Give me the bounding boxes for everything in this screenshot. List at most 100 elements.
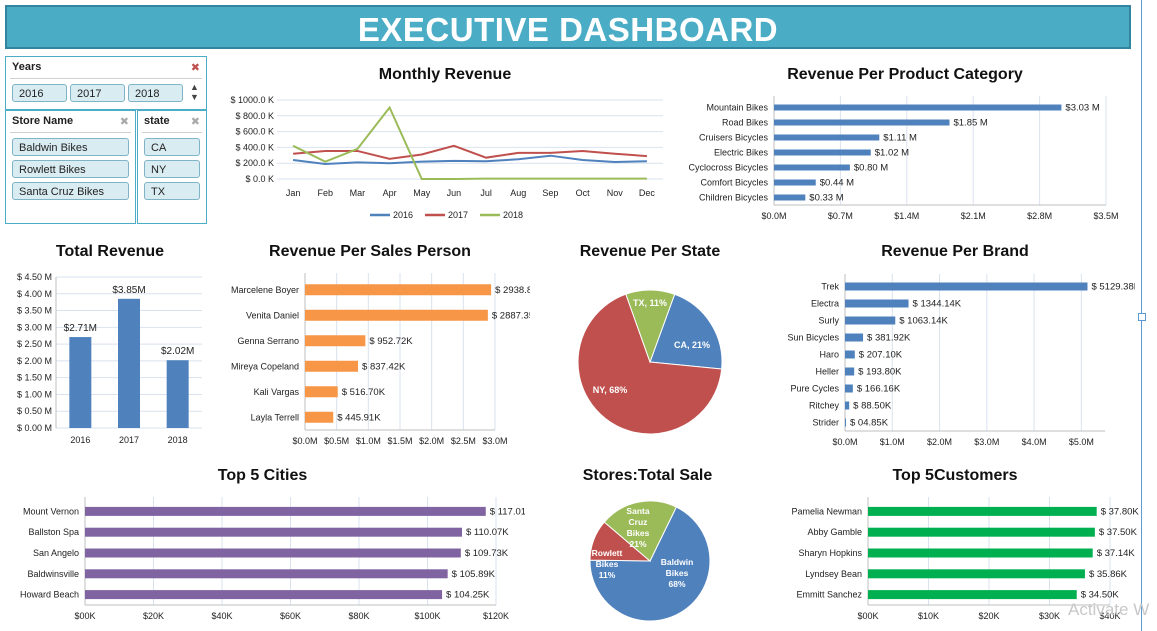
bar (845, 384, 853, 393)
total-revenue-chart[interactable]: $ 0.00 M $ 0.50 M $ 1.00 M $ 1.50 M $ 2.00 M… (0, 266, 210, 452)
data-label: $1.85 M (953, 118, 987, 129)
category-revenue-chart[interactable]: $0.0M $0.7M $1.4M $2.1M $2.8M $3.5M Mountain B… (670, 92, 1140, 227)
bar (69, 337, 92, 428)
category-label: Cyclocross Bicycles (688, 163, 768, 173)
x-tick-label: $40K (211, 611, 232, 621)
legend-label: 2016 (393, 210, 413, 220)
y-tick-label: $ 2.50 M (17, 339, 52, 349)
bar (845, 282, 1088, 291)
data-label: $ 37.80K (1101, 506, 1140, 517)
x-tick-label: $2.5M (451, 436, 476, 446)
data-label: $0.33 M (809, 193, 843, 204)
y-tick-label: $ 4.50 M (17, 272, 52, 282)
x-tick-label: $0.7M (828, 211, 853, 221)
data-label: $ 37.14K (1097, 548, 1136, 559)
category-label: Trek (821, 282, 839, 292)
slicer-item-2017[interactable]: 2017 (70, 84, 125, 102)
slicer-divider (142, 132, 202, 133)
bar (305, 411, 334, 423)
scroll-down-icon[interactable]: ▼ (190, 92, 199, 102)
bar (305, 284, 492, 296)
data-label: $ 445.91K (337, 412, 381, 423)
clear-filter-icon[interactable]: ✖ (120, 115, 129, 128)
category-label: Comfort Bicycles (700, 178, 768, 188)
monthly-revenue-chart[interactable]: $ 0.0 K $ 200.0 K $ 400.0 K $ 600.0 K $ 800.… (215, 88, 675, 228)
x-tick-label: $1.0M (356, 436, 381, 446)
category-label: Sharyn Hopkins (798, 548, 862, 558)
x-tick-label: Apr (383, 188, 397, 198)
category-label: Emmitt Sanchez (796, 590, 862, 600)
y-tick-label: $ 200.0 K (235, 158, 274, 168)
pie-label: Cruz (629, 517, 648, 527)
x-tick-label: $1.0M (880, 437, 905, 447)
category-label: Road Bikes (722, 118, 769, 128)
data-label: $ 105.89K (452, 569, 496, 580)
x-tick-label: Jul (480, 188, 492, 198)
slicer-item-2018[interactable]: 2018 (128, 84, 183, 102)
x-tick-label: $0.0M (761, 211, 786, 221)
x-tick-label: $80K (348, 611, 369, 621)
clear-filter-icon[interactable]: ✖ (191, 115, 200, 128)
x-tick-label: Dec (639, 188, 656, 198)
x-tick-label: Aug (510, 188, 526, 198)
bar (774, 149, 871, 156)
slicer-item-2016[interactable]: 2016 (12, 84, 67, 102)
slicer-item-tx[interactable]: TX (144, 182, 200, 200)
x-tick-label: $20K (143, 611, 164, 621)
data-label: $ 117.01K (490, 506, 525, 517)
state-slicer[interactable]: state ✖ CA NY TX (137, 110, 207, 224)
slicer-item-santa-cruz-bikes[interactable]: Santa Cruz Bikes (12, 182, 129, 200)
category-label: Haro (819, 350, 839, 360)
brand-revenue-chart[interactable]: $0.0M $1.0M $2.0M $3.0M $4.0M $5.0M Trek $ 5129… (760, 274, 1135, 454)
pie-label: 21% (629, 539, 646, 549)
category-label: Kali Vargas (254, 387, 300, 397)
x-tick-label: $00K (857, 611, 878, 621)
bar (868, 569, 1085, 579)
slicer-item-rowlett-bikes[interactable]: Rowlett Bikes (12, 160, 129, 178)
years-slicer[interactable]: Years ✖ 2016 2017 2018 ▲ ▼ (5, 56, 207, 110)
clear-filter-icon[interactable]: ✖ (191, 61, 200, 74)
slicer-item-baldwin-bikes[interactable]: Baldwin Bikes (12, 138, 129, 156)
x-tick-label: 2016 (70, 435, 90, 445)
category-label: Layla Terrell (251, 412, 299, 422)
state-slicer-title: state (144, 115, 170, 127)
y-tick-label: $ 2.00 M (17, 356, 52, 366)
bar (868, 548, 1093, 558)
top-cities-chart[interactable]: $00K $20K $40K $60K $80K $100K $120K Mount Vern… (0, 496, 525, 628)
bar (868, 527, 1095, 537)
x-tick-label: $2.1M (961, 211, 986, 221)
x-tick-label: $10K (918, 611, 939, 621)
x-tick-label: $2.0M (927, 437, 952, 447)
x-tick-label: $0.5M (324, 436, 349, 446)
bar (845, 418, 846, 427)
category-label: Baldwinsville (27, 569, 79, 579)
scroll-up-icon[interactable]: ▲ (190, 82, 199, 92)
bar (868, 590, 1077, 600)
slicer-item-ny[interactable]: NY (144, 160, 200, 178)
category-label: Mountain Bikes (706, 103, 768, 113)
salesperson-revenue-chart[interactable]: $0.0M $0.5M $1.0M $1.5M $2.0M $2.5M $3.0M Marce… (210, 272, 530, 450)
slicer-item-ca[interactable]: CA (144, 138, 200, 156)
category-label: Mireya Copeland (231, 361, 299, 371)
state-revenue-chart[interactable]: CA, 21% NY, 68% TX, 11% (570, 282, 730, 442)
legend-label: 2018 (503, 210, 523, 220)
salesperson-revenue-title: Revenue Per Sales Person (269, 243, 471, 260)
activation-watermark: Activate W (1068, 600, 1150, 619)
series-line (292, 105, 647, 180)
pie-label: Rowlett (592, 548, 623, 558)
slicer-divider (10, 78, 202, 79)
x-tick-label: $3.0M (974, 437, 999, 447)
pie-label: Bikes (627, 528, 650, 538)
legend-label: 2017 (448, 210, 468, 220)
category-label: Children Bicycles (699, 193, 769, 203)
category-label: Surly (818, 316, 839, 326)
data-label: $ 04.85K (850, 418, 889, 429)
stores-total-chart[interactable]: BaldwinBikes68%RowlettBikes11%SantaCruzB… (580, 494, 720, 628)
data-label: $ 837.42K (362, 361, 406, 372)
store-slicer[interactable]: Store Name ✖ Baldwin Bikes Rowlett Bikes… (5, 110, 136, 224)
slicer-divider (10, 132, 131, 133)
resize-handle[interactable] (1138, 313, 1146, 321)
bar (305, 386, 338, 398)
category-label: Electra (811, 299, 839, 309)
years-slicer-title: Years (12, 61, 42, 73)
